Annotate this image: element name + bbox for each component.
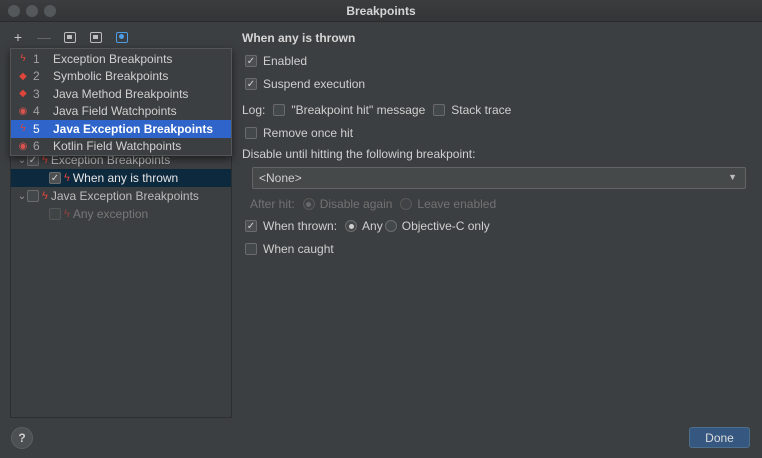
suspend-checkbox-row[interactable]: ✓ Suspend execution — [245, 76, 365, 92]
popup-item-symbolic-breakpoints[interactable]: ◆ 2 Symbolic Breakpoints — [11, 68, 231, 86]
bolt-icon: ϟ — [64, 172, 70, 184]
popup-item-number: 5 — [33, 121, 40, 136]
any-label: Any — [362, 219, 383, 233]
group-by-package-icon[interactable] — [62, 29, 78, 45]
tree-group-label: Java Exception Breakpoints — [50, 189, 199, 203]
chevron-down-icon[interactable]: ⌄ — [17, 191, 27, 202]
tree-item-label: Any exception — [72, 207, 149, 221]
chevron-down-icon: ▼ — [728, 172, 737, 182]
remove-once-label: Remove once hit — [263, 126, 354, 140]
popup-item-label: Exception Breakpoints — [53, 51, 173, 66]
after-hit-label: After hit: — [250, 197, 295, 211]
remove-once-row[interactable]: Remove once hit — [245, 125, 353, 141]
leave-enabled-label: Leave enabled — [417, 197, 497, 211]
log-message-checkbox[interactable] — [273, 104, 286, 116]
disable-again-label: Disable again — [319, 197, 393, 211]
popup-item-kotlin-field-watchpoints[interactable]: ◉ 6 Kotlin Field Watchpoints — [11, 138, 231, 156]
disable-until-dropdown[interactable]: <None> ▼ — [252, 167, 746, 189]
disable-again-radio[interactable] — [302, 198, 315, 210]
popup-item-label: Symbolic Breakpoints — [53, 69, 169, 84]
item-checkbox[interactable] — [49, 208, 61, 220]
stack-trace-label: Stack trace — [451, 103, 512, 117]
eye-icon: ◉ — [18, 140, 28, 152]
objc-only-radio[interactable] — [384, 220, 397, 232]
bolt-icon: ϟ — [20, 53, 26, 65]
title-bar: Breakpoints — [0, 0, 762, 22]
suspend-checkbox[interactable]: ✓ — [245, 78, 257, 90]
minus-icon[interactable]: — — [36, 29, 52, 45]
add-breakpoint-popup: ϟ 1 Exception Breakpoints ◆ 2 Symbolic B… — [10, 48, 232, 156]
enabled-checkbox[interactable]: ✓ — [245, 55, 257, 67]
popup-item-number: 2 — [33, 69, 40, 84]
leave-enabled-radio[interactable] — [400, 198, 413, 210]
objc-only-label: Objective-C only — [401, 219, 490, 233]
enabled-checkbox-row[interactable]: ✓ Enabled — [245, 53, 307, 69]
diamond-icon: ◆ — [19, 70, 27, 82]
detail-heading: When any is thrown — [242, 31, 356, 45]
popup-item-number: 3 — [33, 86, 40, 101]
plus-icon[interactable]: + — [10, 29, 26, 45]
diamond-icon: ◆ — [19, 88, 27, 100]
suspend-label: Suspend execution — [263, 77, 366, 91]
stack-trace-checkbox[interactable] — [433, 104, 446, 116]
breakpoints-toolbar: + — — [10, 28, 130, 46]
any-radio[interactable] — [345, 220, 358, 232]
dropdown-value: <None> — [259, 171, 302, 185]
bolt-icon: ϟ — [42, 190, 48, 202]
popup-item-label: Java Field Watchpoints — [53, 104, 177, 119]
popup-item-label: Java Exception Breakpoints — [53, 121, 214, 136]
tree-group-java-exception-breakpoints[interactable]: ⌄ ϟ Java Exception Breakpoints — [11, 187, 231, 205]
log-message-label: "Breakpoint hit" message — [291, 103, 426, 117]
popup-item-java-method-breakpoints[interactable]: ◆ 3 Java Method Breakpoints — [11, 85, 231, 103]
popup-item-number: 4 — [33, 104, 40, 119]
tree-item-when-any-is-thrown[interactable]: ✓ ϟ When any is thrown — [11, 169, 231, 187]
tree-item-any-exception[interactable]: ϟ Any exception — [11, 205, 231, 223]
item-checkbox[interactable]: ✓ — [49, 172, 61, 184]
help-button[interactable]: ? — [11, 427, 33, 449]
bolt-icon: ϟ — [20, 123, 26, 135]
when-caught-label: When caught — [263, 242, 334, 256]
bolt-icon: ϟ — [64, 208, 70, 220]
eye-icon: ◉ — [18, 105, 28, 117]
when-thrown-label: When thrown: — [263, 219, 338, 233]
log-label: Log: — [242, 103, 266, 117]
after-hit-row: After hit: Disable again Leave enabled — [250, 196, 496, 212]
popup-item-exception-breakpoints[interactable]: ϟ 1 Exception Breakpoints — [11, 50, 231, 68]
disable-until-label: Disable until hitting the following brea… — [242, 147, 476, 161]
log-row: Log: "Breakpoint hit" message Stack trac… — [242, 102, 511, 118]
done-button[interactable]: Done — [689, 427, 750, 448]
popup-item-java-field-watchpoints[interactable]: ◉ 4 Java Field Watchpoints — [11, 103, 231, 121]
group-checkbox[interactable] — [27, 190, 39, 202]
when-thrown-checkbox[interactable]: ✓ — [245, 220, 257, 232]
enabled-label: Enabled — [263, 54, 308, 68]
when-caught-row[interactable]: When caught — [245, 241, 334, 257]
when-thrown-row: ✓ When thrown: Any Objective-C only — [245, 218, 490, 234]
popup-item-number: 1 — [33, 51, 40, 66]
remove-once-checkbox[interactable] — [245, 127, 257, 139]
group-by-class-icon[interactable] — [88, 29, 104, 45]
when-caught-checkbox[interactable] — [245, 243, 257, 255]
tree-item-label: When any is thrown — [72, 171, 179, 185]
chevron-down-icon[interactable]: ⌄ — [17, 155, 27, 166]
popup-item-label: Kotlin Field Watchpoints — [53, 139, 182, 154]
popup-item-label: Java Method Breakpoints — [53, 86, 189, 101]
popup-item-java-exception-breakpoints[interactable]: ϟ 5 Java Exception Breakpoints — [11, 120, 231, 138]
popup-item-number: 6 — [33, 139, 40, 154]
window-title: Breakpoints — [346, 4, 416, 18]
group-by-file-icon[interactable] — [114, 29, 130, 45]
